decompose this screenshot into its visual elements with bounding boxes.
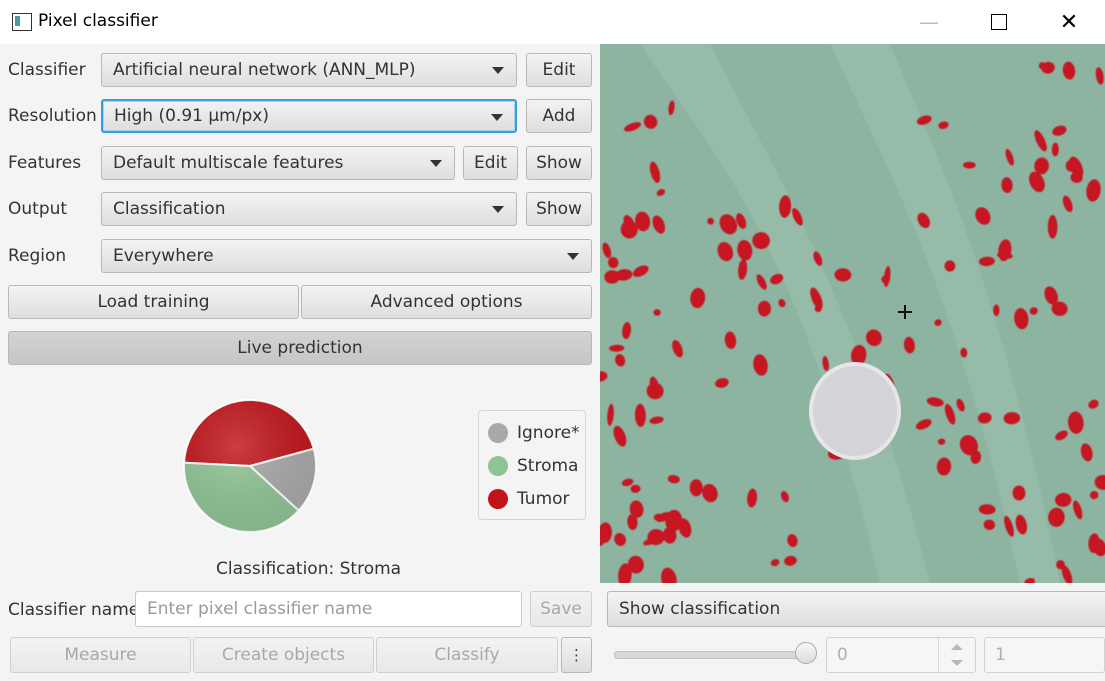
output-select[interactable]: Classification	[101, 192, 517, 226]
resolution-label: Resolution	[8, 106, 97, 126]
legend-label-stroma: Stroma	[517, 456, 579, 476]
legend-item-tumor: Tumor	[488, 489, 570, 509]
spinner-1-value: 0	[837, 645, 848, 665]
region-select-value: Everywhere	[113, 246, 214, 266]
chevron-down-icon	[492, 206, 504, 213]
maximize-icon	[991, 14, 1007, 30]
chevron-down-icon	[430, 160, 442, 167]
measure-button[interactable]: Measure	[10, 637, 191, 673]
pie-caption: Classification: Stroma	[216, 559, 402, 579]
legend-dot-ignore	[488, 423, 508, 443]
display-mode-value: Show classification	[619, 599, 781, 619]
features-label: Features	[8, 153, 82, 173]
classification-overlay-image[interactable]	[600, 44, 1105, 583]
legend-label-ignore: Ignore*	[517, 423, 580, 443]
opacity-slider-track[interactable]	[614, 651, 810, 659]
legend-dot-stroma	[488, 456, 508, 476]
features-show-button[interactable]: Show	[526, 146, 592, 180]
spinner-2[interactable]: 1	[984, 637, 1105, 673]
maximize-button[interactable]	[976, 0, 1022, 44]
spinner-up-icon	[951, 644, 963, 650]
classifier-name-input[interactable]	[135, 591, 522, 627]
chevron-down-icon	[492, 67, 504, 74]
classify-button[interactable]: Classify	[376, 637, 558, 673]
output-show-button[interactable]: Show	[526, 192, 592, 226]
spinner-1[interactable]: 0	[826, 637, 976, 673]
more-vertical-icon: ⋮	[569, 646, 584, 664]
close-icon: ✕	[1059, 9, 1079, 35]
load-training-button[interactable]: Load training	[8, 285, 299, 319]
class-pie-chart	[183, 399, 317, 533]
classifier-edit-button[interactable]: Edit	[526, 53, 592, 87]
app-icon	[12, 13, 32, 31]
features-select[interactable]: Default multiscale features	[101, 146, 455, 180]
spinner-2-value: 1	[995, 645, 1006, 665]
spinner-down-icon	[951, 660, 963, 666]
classifier-select-value: Artificial neural network (ANN_MLP)	[113, 60, 416, 80]
vessel-region	[809, 362, 901, 460]
legend-item-stroma: Stroma	[488, 456, 578, 476]
classifier-name-label: Classifier name	[8, 600, 140, 620]
resolution-select[interactable]: High (0.91 µm/px)	[101, 99, 517, 133]
title-bar: Pixel classifier — ✕	[0, 0, 1105, 44]
create-objects-button[interactable]: Create objects	[193, 637, 374, 673]
classifier-select[interactable]: Artificial neural network (ANN_MLP)	[101, 53, 517, 87]
classifier-label: Classifier	[8, 60, 86, 80]
output-select-value: Classification	[113, 199, 226, 219]
more-options-button[interactable]: ⋮	[561, 637, 592, 673]
minimize-button[interactable]: —	[906, 0, 952, 44]
pie-legend: Ignore* Stroma Tumor	[478, 410, 586, 520]
opacity-slider-thumb[interactable]	[795, 642, 817, 664]
legend-dot-tumor	[488, 489, 508, 509]
save-button[interactable]: Save	[530, 591, 592, 627]
region-label: Region	[8, 246, 67, 266]
display-mode-select[interactable]: Show classification	[607, 591, 1105, 627]
region-select[interactable]: Everywhere	[101, 239, 592, 273]
live-prediction-toggle[interactable]: Live prediction	[8, 331, 592, 365]
window-title: Pixel classifier	[38, 11, 158, 31]
overlay-canvas	[600, 44, 1105, 583]
advanced-options-button[interactable]: Advanced options	[301, 285, 592, 319]
legend-label-tumor: Tumor	[517, 489, 570, 509]
chevron-down-icon	[567, 253, 579, 260]
legend-item-ignore: Ignore*	[488, 423, 580, 443]
chevron-down-icon	[491, 114, 503, 121]
resolution-add-button[interactable]: Add	[526, 99, 592, 133]
resolution-select-value: High (0.91 µm/px)	[114, 106, 269, 126]
output-label: Output	[8, 199, 68, 219]
features-edit-button[interactable]: Edit	[463, 146, 518, 180]
spinner-1-buttons[interactable]	[938, 638, 975, 672]
minimize-icon: —	[919, 10, 939, 34]
features-select-value: Default multiscale features	[113, 153, 344, 173]
close-button[interactable]: ✕	[1046, 0, 1092, 44]
